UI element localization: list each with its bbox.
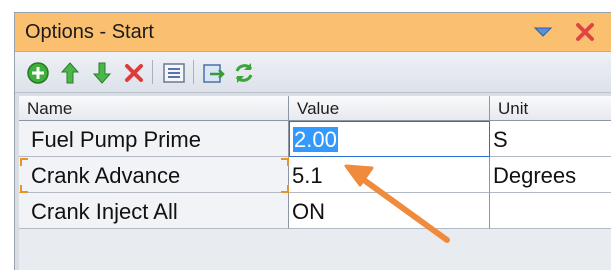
focus-corner-marker: [281, 185, 289, 193]
export-icon[interactable]: [201, 60, 227, 86]
triangle-down-icon[interactable]: [531, 21, 555, 43]
row-unit: S: [490, 121, 611, 157]
title-bar[interactable]: Options - Start: [15, 13, 611, 52]
window-title: Options - Start: [25, 21, 154, 43]
row-name: Fuel Pump Prime: [19, 121, 289, 157]
row-unit: Degrees: [490, 157, 611, 193]
table-row[interactable]: Crank Advance 5.1 Degrees: [19, 157, 611, 193]
row-value[interactable]: 5.1: [289, 157, 490, 193]
close-x-icon[interactable]: [573, 21, 597, 43]
column-header-name[interactable]: Name: [19, 96, 289, 121]
focus-corner-marker: [281, 158, 289, 166]
table-row[interactable]: Crank Inject All ON: [19, 193, 611, 229]
toolbar-separator: [152, 60, 153, 84]
row-name: Crank Inject All: [19, 193, 289, 229]
delete-icon[interactable]: [121, 60, 147, 86]
list-view-icon[interactable]: [161, 60, 187, 86]
row-unit: [490, 193, 611, 229]
add-circle-icon[interactable]: [25, 60, 51, 86]
column-header-value[interactable]: Value: [289, 96, 490, 121]
value-edit-field[interactable]: 2.00: [289, 121, 490, 157]
column-header-unit[interactable]: Unit: [490, 96, 611, 121]
refresh-icon[interactable]: [231, 60, 257, 86]
toolbar-separator: [193, 60, 194, 84]
property-grid: Name Value Unit Fuel Pump Prime 2.00 S C…: [19, 96, 611, 270]
selected-value-text[interactable]: 2.00: [293, 127, 338, 152]
toolbar: [15, 52, 611, 93]
move-up-icon[interactable]: [57, 60, 83, 86]
row-value[interactable]: ON: [289, 193, 490, 229]
options-panel: Options - Start Name Value Unit Fuel Pum…: [14, 12, 611, 270]
move-down-icon[interactable]: [89, 60, 115, 86]
focus-corner-marker: [20, 158, 28, 166]
table-row[interactable]: Fuel Pump Prime 2.00 S: [19, 121, 611, 157]
row-name: Crank Advance: [19, 157, 289, 193]
focus-corner-marker: [20, 185, 28, 193]
